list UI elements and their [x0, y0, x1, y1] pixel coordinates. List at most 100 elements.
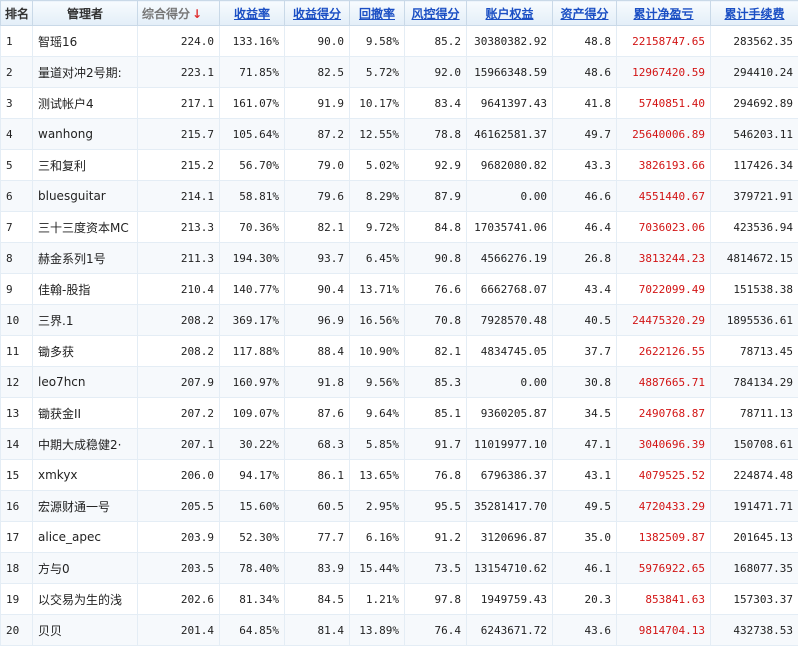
- cell-rank: 1: [1, 26, 33, 57]
- cell-return-rate: 194.30%: [220, 243, 285, 274]
- cell-return-rate: 52.30%: [220, 522, 285, 553]
- cell-rank: 8: [1, 243, 33, 274]
- table-body: 1智瑶16224.0133.16%90.09.58%85.230380382.9…: [1, 26, 798, 646]
- cell-equity: 13154710.62: [467, 553, 553, 584]
- cell-manager[interactable]: 测试帐户4: [33, 88, 138, 119]
- cell-return-score: 86.1: [285, 460, 350, 491]
- header-composite-score-label: 综合得分: [142, 7, 190, 21]
- cell-return-score: 93.7: [285, 243, 350, 274]
- cell-manager[interactable]: 锄多获: [33, 336, 138, 367]
- header-return-score[interactable]: 收益得分: [285, 1, 350, 26]
- cell-manager[interactable]: 宏源财通一号: [33, 491, 138, 522]
- cell-manager[interactable]: alice_apec: [33, 522, 138, 553]
- header-drawdown[interactable]: 回撤率: [350, 1, 405, 26]
- cell-asset-score: 47.1: [553, 429, 617, 460]
- cell-asset-score: 49.5: [553, 491, 617, 522]
- cell-fees: 157303.37: [711, 584, 798, 615]
- cell-return-rate: 94.17%: [220, 460, 285, 491]
- cell-composite-score: 207.2: [138, 398, 220, 429]
- header-rank: 排名: [1, 1, 33, 26]
- cell-manager[interactable]: 方与0: [33, 553, 138, 584]
- cell-net-profit: 22158747.65: [617, 26, 711, 57]
- cell-net-profit: 24475320.29: [617, 305, 711, 336]
- header-equity[interactable]: 账户权益: [467, 1, 553, 26]
- cell-risk-score: 84.8: [405, 212, 467, 243]
- cell-asset-score: 46.6: [553, 181, 617, 212]
- cell-return-score: 91.8: [285, 367, 350, 398]
- cell-drawdown: 9.64%: [350, 398, 405, 429]
- cell-equity: 9360205.87: [467, 398, 553, 429]
- cell-manager[interactable]: xmkyx: [33, 460, 138, 491]
- cell-equity: 35281417.70: [467, 491, 553, 522]
- table-row: 11锄多获208.2117.88%88.410.90%82.14834745.0…: [1, 336, 798, 367]
- cell-manager[interactable]: 锄获金II: [33, 398, 138, 429]
- cell-manager[interactable]: 三界.1: [33, 305, 138, 336]
- cell-equity: 0.00: [467, 367, 553, 398]
- cell-fees: 294692.89: [711, 88, 798, 119]
- cell-manager[interactable]: 三十三度资本MC: [33, 212, 138, 243]
- cell-drawdown: 1.21%: [350, 584, 405, 615]
- table-row: 9佳翰-股指210.4140.77%90.413.71%76.66662768.…: [1, 274, 798, 305]
- table-row: 8赫金系列1号211.3194.30%93.76.45%90.84566276.…: [1, 243, 798, 274]
- cell-risk-score: 85.2: [405, 26, 467, 57]
- cell-net-profit: 5976922.65: [617, 553, 711, 584]
- cell-return-score: 96.9: [285, 305, 350, 336]
- cell-return-rate: 117.88%: [220, 336, 285, 367]
- cell-rank: 15: [1, 460, 33, 491]
- cell-return-rate: 109.07%: [220, 398, 285, 429]
- header-net-profit[interactable]: 累计净盈亏: [617, 1, 711, 26]
- header-manager: 管理者: [33, 1, 138, 26]
- cell-manager[interactable]: 赫金系列1号: [33, 243, 138, 274]
- header-composite-score[interactable]: 综合得分↓: [138, 1, 220, 26]
- table-row: 5三和复利215.256.70%79.05.02%92.99682080.824…: [1, 150, 798, 181]
- cell-return-rate: 56.70%: [220, 150, 285, 181]
- cell-rank: 6: [1, 181, 33, 212]
- cell-return-rate: 133.16%: [220, 26, 285, 57]
- cell-manager[interactable]: bluesguitar: [33, 181, 138, 212]
- table-row: 15xmkyx206.094.17%86.113.65%76.86796386.…: [1, 460, 798, 491]
- cell-asset-score: 49.7: [553, 119, 617, 150]
- cell-risk-score: 83.4: [405, 88, 467, 119]
- table-row: 10三界.1208.2369.17%96.916.56%70.87928570.…: [1, 305, 798, 336]
- cell-fees: 1895536.61: [711, 305, 798, 336]
- cell-asset-score: 26.8: [553, 243, 617, 274]
- cell-risk-score: 91.7: [405, 429, 467, 460]
- cell-risk-score: 97.8: [405, 584, 467, 615]
- cell-rank: 4: [1, 119, 33, 150]
- cell-rank: 17: [1, 522, 33, 553]
- cell-net-profit: 2490768.87: [617, 398, 711, 429]
- cell-drawdown: 13.71%: [350, 274, 405, 305]
- cell-rank: 16: [1, 491, 33, 522]
- cell-manager[interactable]: 量道对冲2号期:: [33, 57, 138, 88]
- cell-equity: 15966348.59: [467, 57, 553, 88]
- cell-fees: 784134.29: [711, 367, 798, 398]
- header-fees[interactable]: 累计手续费: [711, 1, 798, 26]
- cell-composite-score: 203.9: [138, 522, 220, 553]
- cell-rank: 12: [1, 367, 33, 398]
- cell-composite-score: 202.6: [138, 584, 220, 615]
- cell-manager[interactable]: 三和复利: [33, 150, 138, 181]
- cell-equity: 9682080.82: [467, 150, 553, 181]
- cell-fees: 294410.24: [711, 57, 798, 88]
- header-asset-score[interactable]: 资产得分: [553, 1, 617, 26]
- cell-return-rate: 71.85%: [220, 57, 285, 88]
- cell-return-score: 68.3: [285, 429, 350, 460]
- table-row: 4wanhong215.7105.64%87.212.55%78.8461625…: [1, 119, 798, 150]
- cell-return-score: 79.6: [285, 181, 350, 212]
- header-risk-score[interactable]: 风控得分: [405, 1, 467, 26]
- cell-drawdown: 5.02%: [350, 150, 405, 181]
- table-row: 1智瑶16224.0133.16%90.09.58%85.230380382.9…: [1, 26, 798, 57]
- cell-net-profit: 3826193.66: [617, 150, 711, 181]
- header-return-rate[interactable]: 收益率: [220, 1, 285, 26]
- cell-manager[interactable]: 中期大成稳健2·: [33, 429, 138, 460]
- cell-manager[interactable]: 智瑶16: [33, 26, 138, 57]
- cell-manager[interactable]: wanhong: [33, 119, 138, 150]
- cell-return-score: 82.5: [285, 57, 350, 88]
- cell-manager[interactable]: 以交易为生的浅: [33, 584, 138, 615]
- cell-net-profit: 3813244.23: [617, 243, 711, 274]
- cell-equity: 6662768.07: [467, 274, 553, 305]
- cell-manager[interactable]: 佳翰-股指: [33, 274, 138, 305]
- cell-manager[interactable]: leo7hcn: [33, 367, 138, 398]
- cell-drawdown: 10.90%: [350, 336, 405, 367]
- ranking-table: 排名 管理者 综合得分↓ 收益率 收益得分 回撤率 风控得分 账户权益 资产得分…: [0, 0, 798, 646]
